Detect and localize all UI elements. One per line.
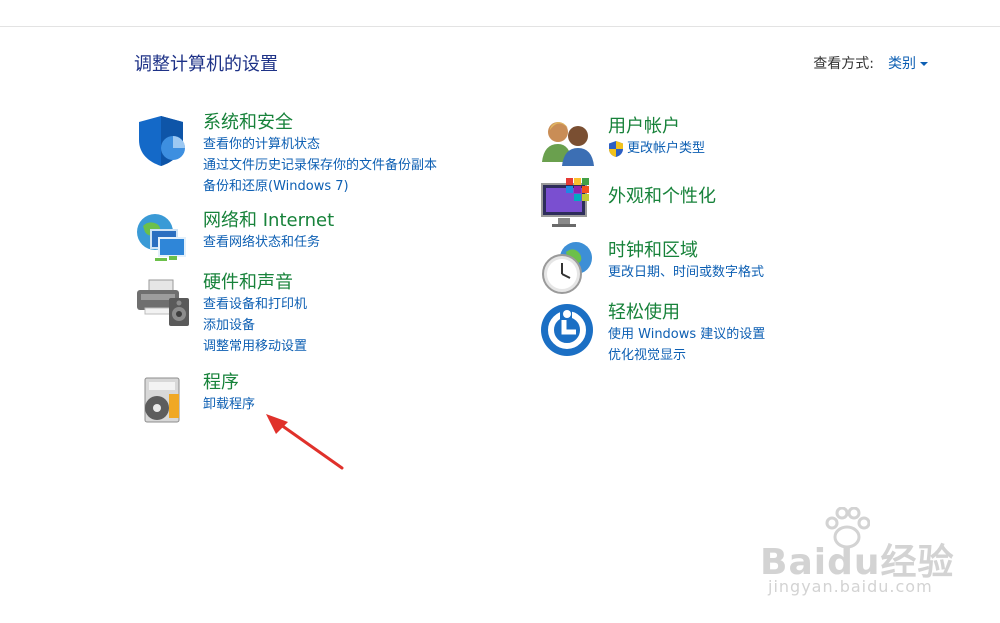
link-uninstall-program[interactable]: 卸载程序 bbox=[203, 394, 255, 415]
category-title[interactable]: 外观和个性化 bbox=[608, 186, 716, 208]
link-optimize-visual-display[interactable]: 优化视觉显示 bbox=[608, 345, 765, 366]
shield-icon[interactable] bbox=[135, 112, 191, 168]
programs-icon[interactable] bbox=[135, 372, 191, 428]
annotation-arrow-icon bbox=[266, 414, 344, 470]
link-label: 更改帐户类型 bbox=[627, 141, 706, 156]
link-view-computer-status[interactable]: 查看你的计算机状态 bbox=[203, 134, 437, 155]
uac-shield-icon bbox=[609, 140, 623, 157]
top-divider bbox=[0, 26, 1000, 27]
view-by-label: 查看方式: bbox=[813, 56, 874, 72]
users-icon[interactable] bbox=[540, 116, 596, 172]
clock-globe-icon[interactable] bbox=[540, 240, 596, 296]
link-file-history-backup[interactable]: 通过文件历史记录保存你的文件备份副本 bbox=[203, 155, 437, 176]
link-change-account-type[interactable]: 更改帐户类型 bbox=[608, 138, 705, 159]
link-recommended-settings[interactable]: 使用 Windows 建议的设置 bbox=[608, 324, 765, 345]
view-by-dropdown[interactable]: 类别 bbox=[888, 53, 928, 73]
link-add-device[interactable]: 添加设备 bbox=[203, 315, 307, 336]
category-title[interactable]: 轻松使用 bbox=[608, 302, 765, 324]
category-title[interactable]: 硬件和声音 bbox=[203, 272, 307, 294]
monitor-palette-icon[interactable] bbox=[540, 176, 596, 232]
link-network-status[interactable]: 查看网络状态和任务 bbox=[203, 232, 334, 253]
view-by: 查看方式: 类别 bbox=[813, 53, 928, 73]
watermark-url: jingyan.baidu.com bbox=[768, 577, 933, 596]
link-mobility-settings[interactable]: 调整常用移动设置 bbox=[203, 336, 307, 357]
ease-of-access-icon[interactable] bbox=[540, 302, 596, 358]
category-title[interactable]: 时钟和区域 bbox=[608, 240, 764, 262]
category-title[interactable]: 用户帐户 bbox=[608, 116, 705, 138]
view-by-value: 类别 bbox=[888, 56, 916, 72]
printer-speaker-icon[interactable] bbox=[135, 272, 191, 328]
network-icon[interactable] bbox=[135, 210, 191, 266]
link-date-time-format[interactable]: 更改日期、时间或数字格式 bbox=[608, 262, 764, 283]
chevron-down-icon bbox=[920, 62, 928, 66]
category-title[interactable]: 程序 bbox=[203, 372, 255, 394]
category-title[interactable]: 系统和安全 bbox=[203, 112, 437, 134]
category-title[interactable]: 网络和 Internet bbox=[203, 210, 334, 232]
link-devices-printers[interactable]: 查看设备和打印机 bbox=[203, 294, 307, 315]
link-backup-restore[interactable]: 备份和还原(Windows 7) bbox=[203, 176, 437, 197]
page-title: 调整计算机的设置 bbox=[134, 54, 278, 75]
